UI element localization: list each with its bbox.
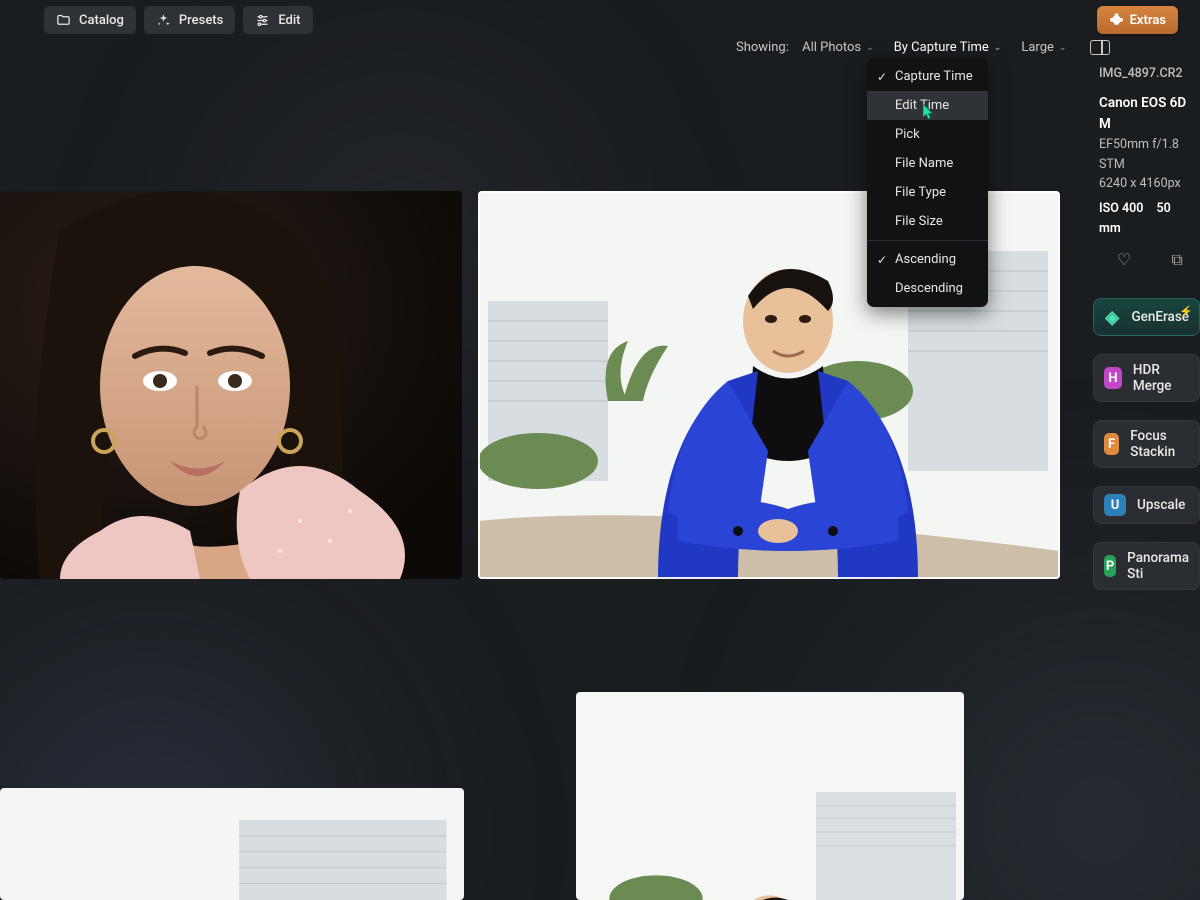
bolt-icon: ⚡: [1179, 305, 1193, 318]
panel-layout-toggle[interactable]: [1090, 40, 1110, 55]
chevron-down-icon: ⌄: [994, 43, 1002, 53]
folder-icon: [56, 13, 71, 28]
sort-option-capture-time[interactable]: Capture Time: [867, 62, 988, 91]
sort-label: By Capture Time: [894, 40, 989, 55]
exposure-info: ISO 400 50 mm: [1099, 199, 1200, 238]
filename: IMG_4897.CR2: [1099, 64, 1200, 83]
tool-label: Upscale: [1137, 497, 1185, 513]
lens-model: EF50mm f/1.8 STM: [1099, 135, 1200, 174]
favorite-icon[interactable]: ♡: [1117, 250, 1131, 270]
tool-label: Focus Stackin: [1130, 428, 1189, 460]
sort-option-file-type[interactable]: File Type: [867, 178, 988, 207]
extras-button[interactable]: Extras: [1097, 6, 1178, 34]
eraser-icon: ◈: [1104, 306, 1120, 328]
catalog-label: Catalog: [79, 13, 124, 28]
focus-icon: F: [1104, 433, 1119, 455]
top-toolbar: Catalog Presets Edit: [44, 6, 313, 34]
photo-thumbnail[interactable]: [576, 692, 964, 900]
filter-bar: Showing: All Photos ⌄ By Capture Time ⌄ …: [736, 40, 1110, 55]
image-metadata: IMG_4897.CR2 Canon EOS 6D M EF50mm f/1.8…: [1087, 58, 1200, 238]
tool-label: Panorama Sti: [1127, 550, 1189, 582]
edit-label: Edit: [278, 13, 300, 28]
photo-thumbnail[interactable]: [0, 191, 462, 579]
sort-option-file-size[interactable]: File Size: [867, 207, 988, 236]
sparkle-icon: [156, 13, 171, 28]
chevron-down-icon: ⌄: [866, 43, 874, 53]
tool-hdr-merge[interactable]: H HDR Merge: [1093, 354, 1200, 402]
extras-label: Extras: [1130, 13, 1166, 28]
photo-thumbnail[interactable]: [0, 788, 464, 900]
showing-value: All Photos: [802, 40, 861, 55]
hdr-icon: H: [1104, 367, 1122, 389]
size-filter[interactable]: Large ⌄: [1021, 40, 1066, 55]
sort-order-descending[interactable]: Descending: [867, 274, 988, 303]
sliders-icon: [255, 13, 270, 28]
sort-filter[interactable]: By Capture Time ⌄: [894, 40, 1002, 55]
tools-list: ◈ GenErase ⚡ H HDR Merge F Focus Stackin…: [1087, 298, 1200, 590]
dropdown-separator: [867, 240, 988, 241]
tool-focus-stacking[interactable]: F Focus Stackin: [1093, 420, 1200, 468]
sort-option-pick[interactable]: Pick: [867, 120, 988, 149]
sort-option-edit-time[interactable]: Edit Time: [867, 91, 988, 120]
panorama-icon: P: [1104, 555, 1116, 577]
copy-icon[interactable]: ⧉: [1171, 250, 1182, 270]
sort-order-ascending[interactable]: Ascending: [867, 245, 988, 274]
tool-panorama[interactable]: P Panorama Sti: [1093, 542, 1200, 590]
sort-dropdown: Capture Time Edit Time Pick File Name Fi…: [867, 58, 988, 307]
tool-label: HDR Merge: [1133, 362, 1189, 394]
showing-label: Showing:: [736, 40, 789, 55]
tool-generase[interactable]: ◈ GenErase ⚡: [1093, 298, 1200, 336]
chevron-down-icon: ⌄: [1059, 43, 1067, 53]
sort-option-file-name[interactable]: File Name: [867, 149, 988, 178]
iso-value: ISO 400: [1099, 201, 1143, 216]
catalog-button[interactable]: Catalog: [44, 6, 136, 34]
upscale-icon: U: [1104, 494, 1126, 516]
tool-upscale[interactable]: U Upscale: [1093, 486, 1200, 524]
edit-button[interactable]: Edit: [243, 6, 312, 34]
presets-label: Presets: [179, 13, 223, 28]
puzzle-icon: [1109, 11, 1124, 30]
showing-filter[interactable]: Showing: All Photos ⌄: [736, 40, 874, 55]
right-info-panel: IMG_4897.CR2 Canon EOS 6D M EF50mm f/1.8…: [1087, 58, 1200, 900]
presets-button[interactable]: Presets: [144, 6, 235, 34]
size-label: Large: [1021, 40, 1054, 55]
image-dimensions: 6240 x 4160px: [1099, 174, 1200, 193]
camera-model: Canon EOS 6D M: [1099, 93, 1200, 135]
